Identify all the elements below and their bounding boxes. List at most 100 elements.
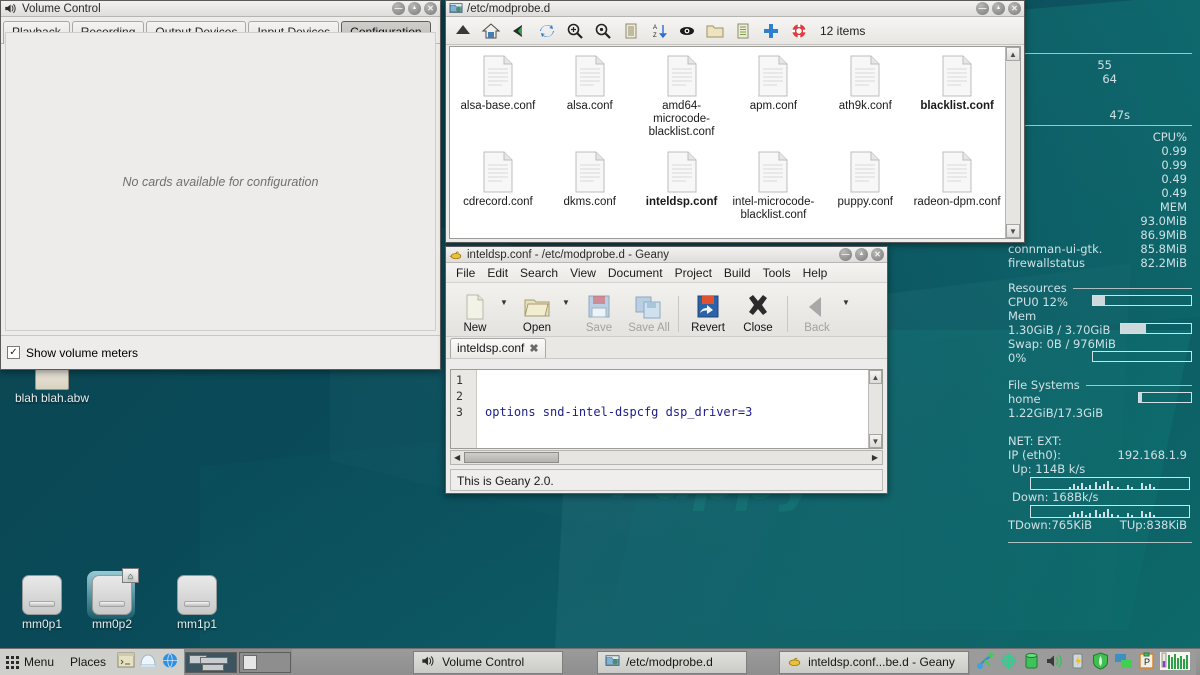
editor-vertical-scrollbar[interactable]: ▲ ▼ [868,370,882,448]
minimize-button[interactable] [392,2,405,15]
up-arrow-icon[interactable] [450,19,476,43]
file-manager-titlebar[interactable]: /etc/modprobe.d [446,1,1024,17]
save-all-button[interactable]: Save All [624,293,674,334]
open-button[interactable]: Open [512,293,562,334]
menu-search[interactable]: Search [514,264,564,282]
quick-launch[interactable] [112,649,185,675]
geany-document-tabs[interactable]: inteldsp.conf ✖ [446,337,887,359]
scrollbar-track[interactable] [869,384,882,434]
file-item[interactable]: radeon-dpm.conf [911,149,1003,224]
menu-help[interactable]: Help [797,264,834,282]
file-item[interactable]: dkms.conf [544,149,636,224]
scroll-right-arrow-icon[interactable]: ▶ [872,453,878,462]
geany-titlebar[interactable]: inteldsp.conf - /etc/modprobe.d - Geany [446,247,887,263]
clock[interactable]: Sat 10:32 PM [1196,641,1200,675]
file-manager-toolbar[interactable]: AZ 12 items [446,17,1024,45]
menu-edit[interactable]: Edit [481,264,514,282]
maximize-button[interactable] [855,248,868,261]
close-button[interactable] [1008,2,1021,15]
lifebuoy-icon[interactable] [786,19,812,43]
menu-tools[interactable]: Tools [757,264,797,282]
task-button-volume-control[interactable]: Volume Control [413,650,564,674]
document-tab-inteldsp[interactable]: inteldsp.conf ✖ [450,338,546,358]
editor-horizontal-scrollbar[interactable]: ◀ ▶ [450,450,883,465]
volume-control-window[interactable]: Volume Control Playback Recording Output… [0,0,441,370]
taskbar[interactable]: Menu Places Volume Control /etc/modprobe… [0,648,1200,675]
new-button[interactable]: New [450,293,500,334]
geany-window[interactable]: inteldsp.conf - /etc/modprobe.d - Geany … [445,246,888,494]
eye-icon[interactable] [674,19,700,43]
geany-editor[interactable]: 1 2 3 options snd-intel-dspcfg dsp_drive… [450,369,883,449]
scroll-left-arrow-icon[interactable]: ◀ [454,453,460,462]
home-icon[interactable] [478,19,504,43]
menu-section[interactable]: Menu Places [0,649,113,675]
close-button[interactable] [424,2,437,15]
menu-document[interactable]: Document [602,264,669,282]
workspace-pager[interactable] [184,649,293,675]
volume-control-footer[interactable]: ✓ Show volume meters [1,335,440,369]
scroll-up-arrow-icon[interactable]: ▲ [869,370,882,384]
minimize-button[interactable] [976,2,989,15]
task-button-file-manager[interactable]: /etc/modprobe.d [597,650,748,674]
sort-icon[interactable]: AZ [646,19,672,43]
globe-icon[interactable] [161,652,179,672]
maximize-button[interactable] [408,2,421,15]
file-item[interactable]: inteldsp.conf [636,149,728,224]
file-item[interactable]: cdrecord.conf [452,149,544,224]
drive-icon[interactable] [1022,652,1041,673]
shield-icon[interactable] [1091,651,1110,673]
zoom-in-icon[interactable] [562,19,588,43]
code-area[interactable]: options snd-intel-dspcfg dsp_driver=3 op… [477,370,868,448]
system-tray[interactable]: P [970,649,1197,675]
back-icon[interactable] [506,19,532,43]
file-manager-file-area[interactable]: alsa-base.conf alsa.conf amd64-microcode… [449,46,1021,239]
places-label[interactable]: Places [70,655,106,669]
workspace-2[interactable] [239,651,292,673]
new-dropdown-icon[interactable]: ▼ [500,298,512,323]
screens-icon[interactable] [1114,652,1133,673]
file-manager-scrollbar[interactable]: ▲ ▼ [1005,47,1020,238]
scroll-down-arrow-icon[interactable]: ▼ [1006,224,1020,238]
plus-icon[interactable] [758,19,784,43]
file-item[interactable]: apm.conf [728,53,820,141]
task-button-geany[interactable]: inteldsp.conf...be.d - Geany [779,650,970,674]
back-dropdown-icon[interactable]: ▼ [842,298,854,323]
file-item[interactable]: intel-microcode-blacklist.conf [728,149,820,224]
show-volume-meters-checkbox[interactable]: ✓ [7,346,20,359]
back-button[interactable]: Back [792,293,842,334]
window-buttons[interactable] [392,2,437,15]
file-item[interactable]: blacklist.conf [911,53,1003,141]
browser-icon[interactable] [139,652,157,672]
text-view-icon[interactable] [730,19,756,43]
geany-toolbar[interactable]: New ▼ Open ▼ Save Save All Revert Close … [446,283,887,337]
window-buttons[interactable] [839,248,884,261]
terminal-icon[interactable] [117,652,135,672]
battery-icon[interactable] [1068,652,1087,673]
file-item[interactable]: amd64-microcode-blacklist.conf [636,53,728,141]
revert-button[interactable]: Revert [683,293,733,334]
file-item[interactable]: alsa-base.conf [452,53,544,141]
file-item[interactable]: puppy.conf [819,149,911,224]
scrollbar-thumb[interactable] [464,452,559,463]
save-button[interactable]: Save [574,293,624,334]
minimize-button[interactable] [839,248,852,261]
scroll-down-arrow-icon[interactable]: ▼ [869,434,882,448]
scrollbar-track[interactable] [1006,61,1020,224]
menu-project[interactable]: Project [669,264,718,282]
task-list[interactable]: Volume Control /etc/modprobe.d inteldsp.… [292,649,970,675]
volume-control-titlebar[interactable]: Volume Control [1,1,440,17]
list-view-icon[interactable] [618,19,644,43]
close-button-tool[interactable]: Close [733,293,783,334]
zoom-fit-icon[interactable] [590,19,616,43]
file-manager-window[interactable]: /etc/modprobe.d — ▲ ✕ A Z 12 items alsa-… [445,0,1025,243]
scroll-up-arrow-icon[interactable]: ▲ [1006,47,1020,61]
clipboard-icon[interactable]: P [1137,652,1156,673]
folder-icon[interactable] [702,19,728,43]
geany-menubar[interactable]: File Edit Search View Document Project B… [446,263,887,283]
open-dropdown-icon[interactable]: ▼ [562,298,574,323]
desktop-icon-mm0p2[interactable]: ⌂ mm0p2 [70,568,154,631]
file-item[interactable]: alsa.conf [544,53,636,141]
file-item[interactable]: ath9k.conf [819,53,911,141]
refresh-icon[interactable] [534,19,560,43]
menu-view[interactable]: View [564,264,602,282]
